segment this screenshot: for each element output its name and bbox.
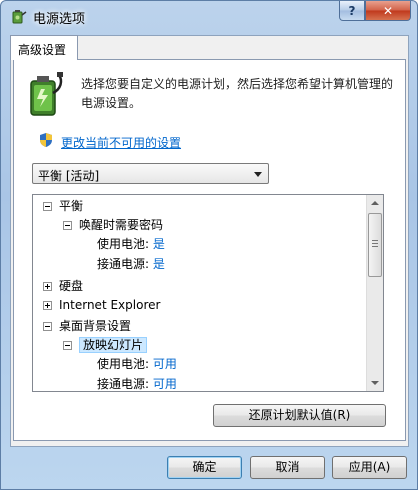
tree-item-label: 使用电池:	[97, 357, 150, 371]
description-text: 选择您要自定义的电源计划，然后选择您希望计算机管理的电源设置。	[81, 77, 394, 110]
tree-item-wake-password[interactable]: 唤醒时需要密码	[79, 216, 163, 234]
power-options-icon	[12, 10, 27, 24]
chevron-down-icon	[254, 172, 262, 177]
tree-item-label: 唤醒时需要密码	[79, 218, 164, 232]
tree-item-label: 桌面背景设置	[59, 319, 132, 333]
settings-tree[interactable]: 平衡 唤醒时需要密码 使用电池: 是 接通电源: 是 硬盘 Internet E…	[32, 194, 384, 392]
tree-item-label: Internet Explorer	[59, 298, 161, 312]
tree-item-label: 接通电源:	[97, 257, 150, 271]
tree-item-plugged-in[interactable]: 接通电源: 可用	[97, 375, 177, 391]
tree-item-plan[interactable]: 平衡	[59, 197, 83, 215]
collapse-icon[interactable]	[63, 341, 72, 350]
tree-item-internet-explorer[interactable]: Internet Explorer	[59, 296, 160, 314]
apply-button[interactable]: 应用(A)	[332, 456, 407, 479]
tree-item-label: 平衡	[59, 199, 84, 213]
title-bar[interactable]: 电源选项 ? ✕	[1, 1, 417, 31]
tree-item-plugged-in[interactable]: 接通电源: 是	[97, 255, 165, 273]
setting-value[interactable]: 是	[153, 257, 165, 271]
setting-value[interactable]: 是	[153, 237, 165, 251]
window-title: 电源选项	[33, 12, 86, 27]
tree-item-label: 硬盘	[59, 279, 84, 293]
help-button[interactable]: ?	[339, 1, 365, 21]
grip-line	[372, 246, 378, 247]
scroll-up-button[interactable]	[367, 195, 383, 211]
setting-value[interactable]: 可用	[153, 357, 177, 371]
cancel-button[interactable]: 取消	[250, 456, 325, 479]
tree-item-desktop-background[interactable]: 桌面背景设置	[59, 317, 131, 335]
scroll-down-button[interactable]	[367, 375, 383, 391]
tree-item-slideshow[interactable]: 放映幻灯片	[79, 336, 148, 354]
collapse-icon[interactable]	[43, 202, 52, 211]
collapse-icon[interactable]	[63, 221, 72, 230]
ok-button[interactable]: 确定	[167, 456, 242, 479]
expand-icon[interactable]	[43, 282, 52, 291]
power-plan-select[interactable]: 平衡 [活动]	[32, 163, 269, 184]
tree-item-on-battery[interactable]: 使用电池: 是	[97, 235, 165, 253]
tree-item-hard-disk[interactable]: 硬盘	[59, 277, 83, 295]
setting-value[interactable]: 可用	[153, 377, 177, 391]
tree-item-on-battery[interactable]: 使用电池: 可用	[97, 355, 177, 373]
tab-advanced-settings[interactable]: 高级设置	[10, 35, 78, 60]
expand-icon[interactable]	[43, 301, 52, 310]
battery-power-icon	[30, 72, 63, 116]
close-button[interactable]: ✕	[365, 1, 411, 21]
scroll-thumb[interactable]	[368, 213, 382, 277]
power-plan-value: 平衡 [活动]	[38, 169, 100, 183]
power-options-window: 电源选项 ? ✕ 高级设置 选择您要自定义的电源计划，然后选择您希望计算机管理的…	[0, 0, 418, 490]
grip-line	[372, 240, 378, 241]
change-unavailable-settings-link[interactable]: 更改当前不可用的设置	[61, 134, 181, 151]
tree-item-label: 接通电源:	[97, 377, 150, 391]
arrow-down-icon	[371, 381, 379, 385]
tree-item-label: 使用电池:	[97, 237, 150, 251]
tree-item-label: 放映幻灯片	[79, 337, 148, 353]
tree-scrollbar[interactable]	[366, 195, 383, 391]
grip-line	[372, 243, 378, 244]
collapse-icon[interactable]	[43, 322, 52, 331]
restore-defaults-button[interactable]: 还原计划默认值(R)	[213, 404, 386, 427]
uac-shield-icon	[40, 133, 52, 147]
arrow-up-icon	[371, 201, 379, 205]
